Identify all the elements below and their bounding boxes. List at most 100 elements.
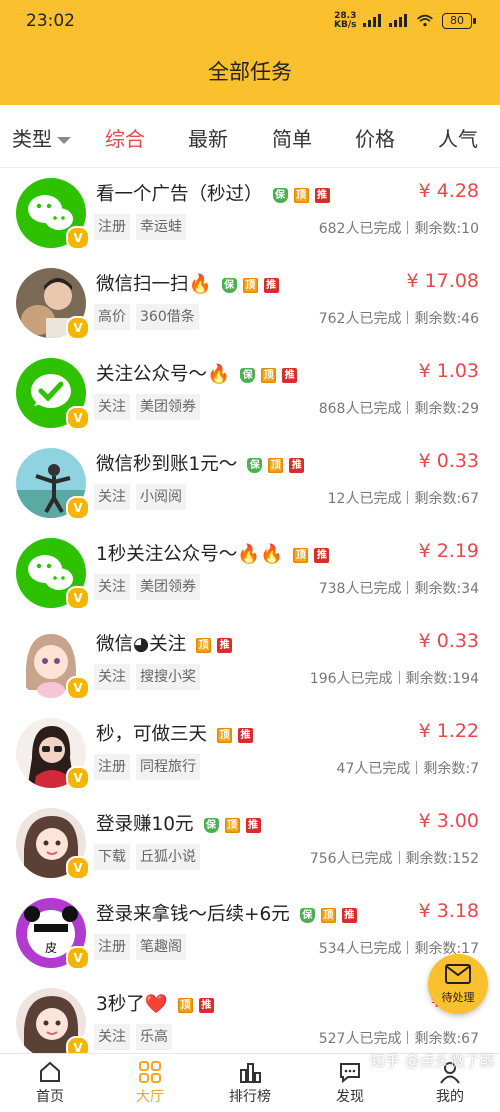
nav-ranking[interactable]: 排行榜 <box>200 1054 300 1112</box>
pending-label: 待处理 <box>441 991 475 1004</box>
ding-badge: 顶 <box>177 998 193 1013</box>
tui-badge: 推 <box>289 458 305 473</box>
task-title: 微信扫一扫🔥 保顶推 <box>96 270 279 296</box>
task-merchant-tag: 笔趣阁 <box>136 934 186 960</box>
task-row[interactable]: V 1秒关注公众号～🔥🔥 顶推 ¥ 2.19 关注 美团领券 738人已完成 剩余数… <box>0 528 500 619</box>
verified-icon: V <box>66 676 90 700</box>
task-stats: 196人已完成 剩余数:194 <box>310 668 479 688</box>
tui-badge: 推 <box>314 548 330 563</box>
verified-icon: V <box>66 856 90 880</box>
mail-icon <box>445 964 471 984</box>
completed-count: 868人已完成 <box>318 401 402 417</box>
nav-hall[interactable]: 大厅 <box>100 1054 200 1112</box>
task-category-tag: 注册 <box>94 754 130 780</box>
task-row[interactable]: V 微信◕关注顶推 ¥ 0.33 关注 搜搜小奖 196人已完成 剩余数:194 <box>0 618 500 709</box>
completed-count: 762人已完成 <box>318 311 402 327</box>
verified-icon: V <box>66 496 90 520</box>
task-row[interactable]: V 微信扫一扫🔥 保顶推 ¥ 17.08 高价 360借条 762人已完成 剩余数:… <box>0 258 500 349</box>
tab-popular[interactable]: 人气 <box>438 123 478 152</box>
task-badges: 顶推 <box>190 635 233 656</box>
verified-icon: V <box>66 406 90 430</box>
task-badges: 顶推 <box>172 995 214 1016</box>
svg-text:皮: 皮 <box>45 941 57 955</box>
task-row[interactable]: V 登录赚10元保顶推 ¥ 3.00 下载 丘狐小说 756人已完成 剩余数:15… <box>0 798 500 889</box>
task-badges: 保顶推 <box>234 365 298 386</box>
task-badges: 保顶推 <box>241 455 305 476</box>
chart-icon <box>240 1063 261 1083</box>
ding-badge: 顶 <box>268 458 284 473</box>
task-merchant-tag: 美团领券 <box>136 574 200 600</box>
remaining-count: 剩余数:34 <box>414 581 479 597</box>
task-badges: 保顶推 <box>198 815 261 836</box>
tab-newest[interactable]: 最新 <box>188 123 228 152</box>
task-category-tag: 注册 <box>94 214 130 240</box>
task-title: 1秒关注公众号～🔥🔥 顶推 <box>96 540 330 566</box>
completed-count: 12人已完成 <box>327 491 402 507</box>
task-row[interactable]: V 3秒了❤️顶推 ¥ 1.9 关注 乐高 527人已完成剩余数:67 <box>0 978 500 1053</box>
task-row[interactable]: 皮 V 登录来拿钱～后续+6元保顶推 ¥ 3.18 注册 笔趣阁 534人已完成… <box>0 888 500 979</box>
network-speed: 28.3 KB/s <box>334 11 357 30</box>
task-price: ¥ 3.00 <box>418 810 479 832</box>
wifi-icon <box>417 14 433 27</box>
task-badges: 保顶推 <box>267 185 330 206</box>
bao-badge: 保 <box>221 278 237 293</box>
task-price: ¥ 1.03 <box>418 360 479 382</box>
task-title: 秒，可做三天顶推 <box>96 720 254 746</box>
nav-home[interactable]: 首页 <box>0 1054 100 1112</box>
task-row[interactable]: V 看一个广告（秒过）保顶推 ¥ 4.28 注册 幸运蛙 682人已完成 剩余数:… <box>0 168 500 259</box>
task-category-tag: 关注 <box>94 574 130 600</box>
remaining-count: 剩余数:67 <box>414 491 479 507</box>
chat-icon <box>340 1063 360 1084</box>
task-category-tag: 关注 <box>94 664 130 690</box>
ding-badge: 顶 <box>261 368 277 383</box>
task-stats: 756人已完成 剩余数:152 <box>310 848 479 868</box>
ding-badge: 顶 <box>242 278 258 293</box>
task-row[interactable]: V 关注公众号～🔥 保顶推 ¥ 1.03 关注 美团领券 868人已完成 剩余数:2… <box>0 348 500 439</box>
separator <box>398 851 400 864</box>
verified-icon: V <box>66 226 90 250</box>
ding-badge: 顶 <box>217 728 233 743</box>
task-row[interactable]: V 微信秒到账1元～保顶推 ¥ 0.33 关注 小阅阅 12人已完成 剩余数:67 <box>0 438 500 529</box>
separator <box>398 671 400 684</box>
task-badges: 顶推 <box>211 725 254 746</box>
task-merchant-tag: 360借条 <box>136 304 199 330</box>
grid-icon <box>139 1061 161 1083</box>
task-title: 登录来拿钱～后续+6元保顶推 <box>96 900 357 926</box>
bao-badge: 保 <box>203 818 219 833</box>
tab-overall[interactable]: 综合 <box>105 123 145 152</box>
emoji-icon: ❤️ <box>144 994 168 1015</box>
tui-badge: 推 <box>217 638 233 653</box>
completed-count: 756人已完成 <box>309 851 393 867</box>
task-stats: 12人已完成 剩余数:67 <box>328 488 479 508</box>
tui-badge: 推 <box>245 818 261 833</box>
task-category-tag: 注册 <box>94 934 130 960</box>
bao-badge: 保 <box>272 188 288 203</box>
filter-tabs: 类型 综合 最新 简单 价格 人气 <box>0 105 500 167</box>
watermark: 知乎 @点头微了解 <box>370 1052 495 1070</box>
remaining-count: 剩余数:152 <box>405 851 479 867</box>
home-icon <box>40 1061 60 1082</box>
tab-simple[interactable]: 简单 <box>272 123 312 152</box>
task-badges: 保顶推 <box>216 275 279 296</box>
task-price: ¥ 0.33 <box>418 630 479 652</box>
task-category-tag: 高价 <box>94 304 130 330</box>
separator <box>407 941 409 954</box>
task-stats: 527人已完成 剩余数:67 <box>319 1028 479 1048</box>
nav-home-label: 首页 <box>36 1089 64 1105</box>
task-stats: 738人已完成 剩余数:34 <box>319 578 479 598</box>
ding-badge: 顶 <box>224 818 240 833</box>
task-stats: 682人已完成 剩余数:10 <box>319 218 479 238</box>
remaining-count: 剩余数:17 <box>414 941 479 957</box>
tui-badge: 推 <box>341 908 357 923</box>
task-stats: 762人已完成 剩余数:46 <box>319 308 479 328</box>
bao-badge: 保 <box>247 458 263 473</box>
tab-price[interactable]: 价格 <box>355 123 395 152</box>
tab-type[interactable]: 类型 <box>12 123 71 152</box>
nav-mine-label: 我的 <box>436 1089 464 1105</box>
task-row[interactable]: V 秒，可做三天顶推 ¥ 1.22 注册 同程旅行 47人已完成 剩余数:7 <box>0 708 500 799</box>
task-price: ¥ 3.18 <box>418 900 479 922</box>
task-list: V 看一个广告（秒过）保顶推 ¥ 4.28 注册 幸运蛙 682人已完成 剩余数:… <box>0 168 500 1053</box>
pending-button[interactable]: 待处理 <box>428 954 488 1014</box>
signal-icon-2 <box>389 14 407 27</box>
status-time: 23:02 <box>26 11 75 31</box>
